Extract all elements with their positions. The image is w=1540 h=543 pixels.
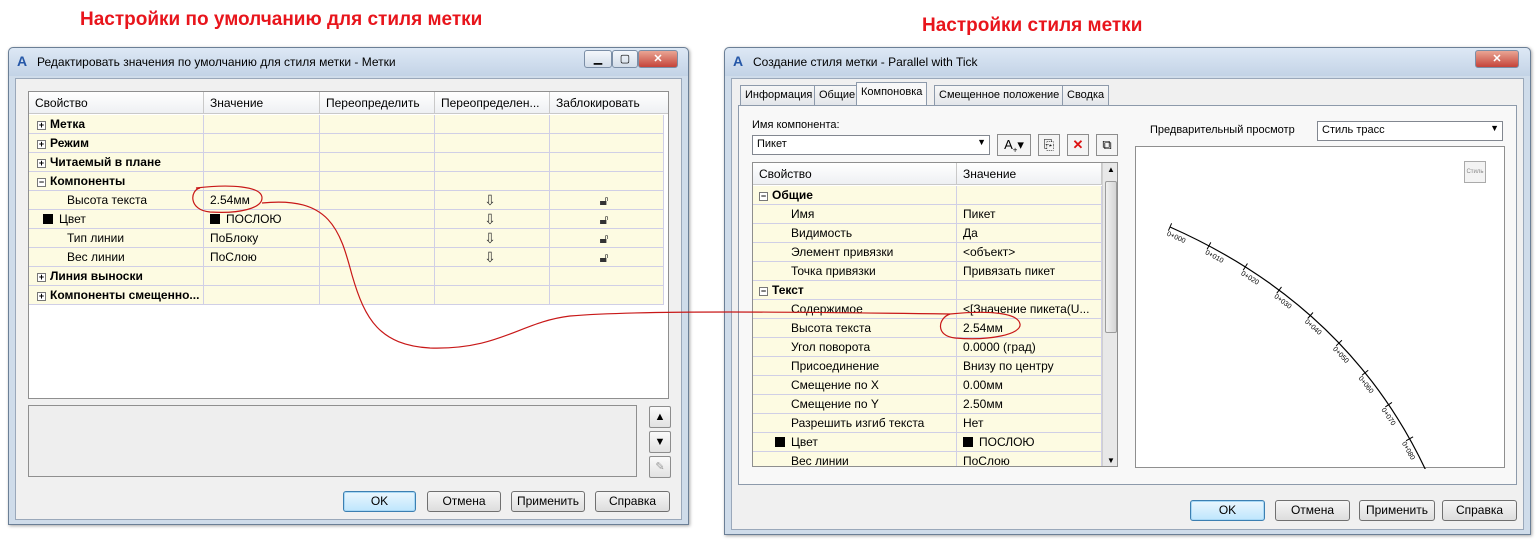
annotation-overlay <box>192 185 1021 349</box>
connector-stroke <box>261 201 951 349</box>
right-highlight-ellipse <box>939 311 1021 340</box>
tab-layout[interactable]: Компоновка <box>856 82 928 105</box>
left-highlight-ellipse <box>192 185 263 213</box>
